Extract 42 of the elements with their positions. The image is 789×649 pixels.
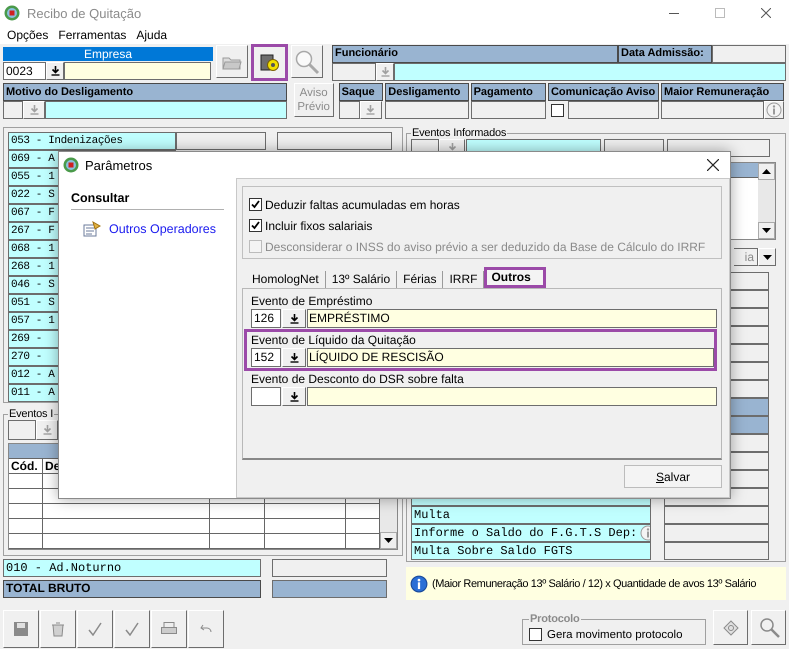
event-row-text: Informe o Saldo do F.G.T.S Dep:	[413, 525, 638, 541]
code-field[interactable]: 0023	[3, 62, 46, 80]
column-header: Cód.	[9, 459, 43, 473]
field-label: Data Admissão:	[618, 45, 712, 63]
event-row: 010 - Ad.Noturno	[3, 559, 261, 577]
group-title: Eventos I	[8, 408, 54, 420]
checkbox-label: Deduzir faltas acumuladas em horas	[265, 198, 460, 212]
description-field[interactable]: LÍQUIDO DE RESCISÃO	[307, 348, 714, 367]
menu-item[interactable]: Ajuda	[131, 26, 172, 44]
menu-item[interactable]: Opções	[2, 26, 54, 44]
field-label: Evento de Empréstimo	[251, 294, 374, 309]
sidebar-heading: Consultar	[71, 191, 224, 210]
window-title: Recibo de Quitação	[27, 6, 142, 20]
group-title: Eventos Informados	[411, 127, 508, 139]
checkbox-label: Gera movimento protocolo	[547, 628, 683, 640]
tab[interactable]: Outros	[484, 267, 546, 288]
group-title: Protocolo	[529, 613, 581, 625]
field-label: Motivo do Desligamento	[3, 83, 287, 101]
checkbox-label: Incluir fixos salariais	[265, 218, 372, 232]
menu-item[interactable]: Ferramentas	[53, 26, 132, 44]
field-label: Desligamento	[385, 83, 469, 101]
event-row-text: Multa Sobre Saldo FGTS	[413, 543, 574, 559]
info-note: (Maior Remuneração 13º Salário / 12) x Quantidade de avos 13º Salário	[432, 578, 756, 590]
description-field[interactable]: EMPRÉSTIMO	[307, 309, 717, 328]
field-label: Empresa	[3, 47, 213, 61]
save-button[interactable]: Salvar	[624, 465, 722, 488]
checkbox-label: Desconsiderar o INSS do aviso prévio a ser deduzido da Base de Cálculo do IRRF	[265, 240, 706, 254]
field-label: Saque	[338, 83, 384, 101]
input-field[interactable]: Multa	[411, 506, 651, 524]
event-row: 053 - Indenizações	[8, 132, 176, 150]
total-label: TOTAL BRUTO	[3, 580, 261, 598]
field-label: Maior Remuneração	[661, 83, 784, 101]
field-label: Funcionário	[332, 45, 618, 63]
field-label: Evento de Líquido da Quitação	[251, 333, 417, 348]
input-field[interactable]: Multa Sobre Saldo FGTS	[411, 542, 651, 560]
field-label: Evento de Desconto do DSR sobre falta	[251, 372, 465, 387]
event-row-text: Multa	[413, 507, 452, 523]
code-field[interactable]: 126	[251, 309, 281, 328]
code-field[interactable]: 152	[251, 348, 281, 367]
field-label: Comunicação Aviso	[548, 83, 660, 101]
input-field[interactable]: Informe o Saldo do F.G.T.S Dep:	[411, 524, 651, 542]
field-label: Pagamento	[470, 83, 546, 101]
